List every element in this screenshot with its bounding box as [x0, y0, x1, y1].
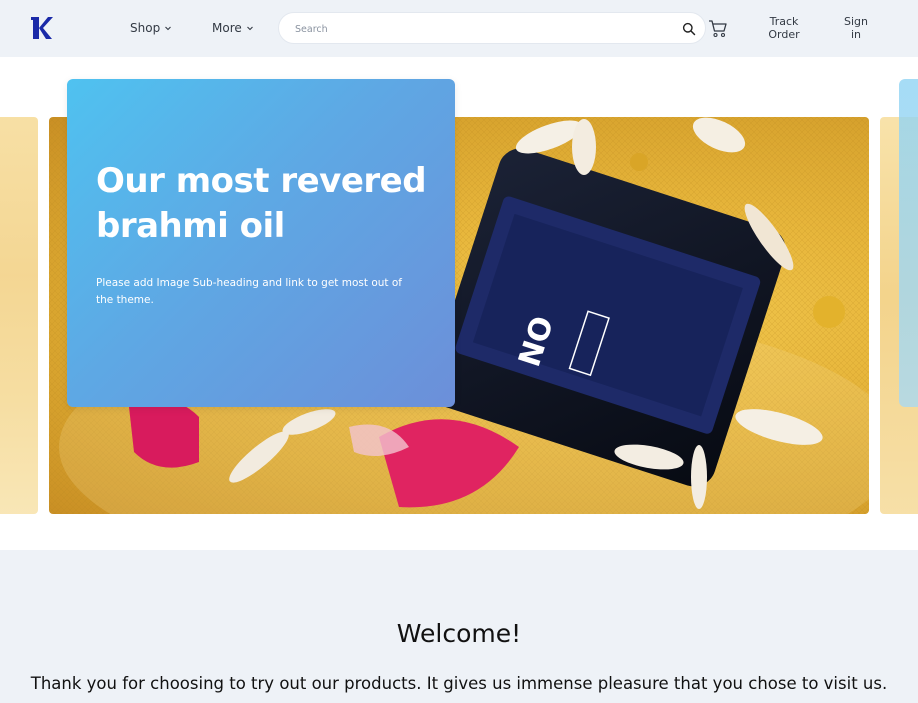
- search-icon[interactable]: [682, 22, 696, 36]
- search-input[interactable]: [295, 20, 675, 38]
- chevron-down-icon: [246, 26, 253, 31]
- sign-in-link[interactable]: Sign in: [840, 15, 872, 41]
- chevron-down-icon: [165, 26, 172, 31]
- nav-shop[interactable]: Shop: [130, 20, 172, 36]
- carousel-slide-previous[interactable]: [0, 117, 38, 514]
- welcome-title: Welcome!: [396, 619, 522, 648]
- site-header: Shop More Track Order Sign in: [0, 0, 918, 57]
- carousel-next-card: [899, 79, 918, 407]
- search-bar: [278, 12, 706, 44]
- nav-more[interactable]: More: [212, 20, 254, 36]
- welcome-section: Welcome! Thank you for choosing to try o…: [0, 550, 918, 703]
- hero-card: Our most revered brahmi oil Please add I…: [67, 79, 455, 407]
- hero-title: Our most revered brahmi oil: [96, 161, 427, 246]
- welcome-text: Thank you for choosing to try out our pr…: [30, 674, 888, 693]
- hero-subtitle: Please add Image Sub-heading and link to…: [96, 277, 402, 306]
- nav-shop-label: Shop: [130, 21, 161, 35]
- track-order-link[interactable]: Track Order: [765, 15, 803, 41]
- brand-logo[interactable]: [30, 15, 54, 41]
- cart-icon[interactable]: [708, 19, 728, 38]
- page: Shop More Track Order Sign in: [0, 0, 918, 703]
- nav-more-label: More: [212, 21, 242, 35]
